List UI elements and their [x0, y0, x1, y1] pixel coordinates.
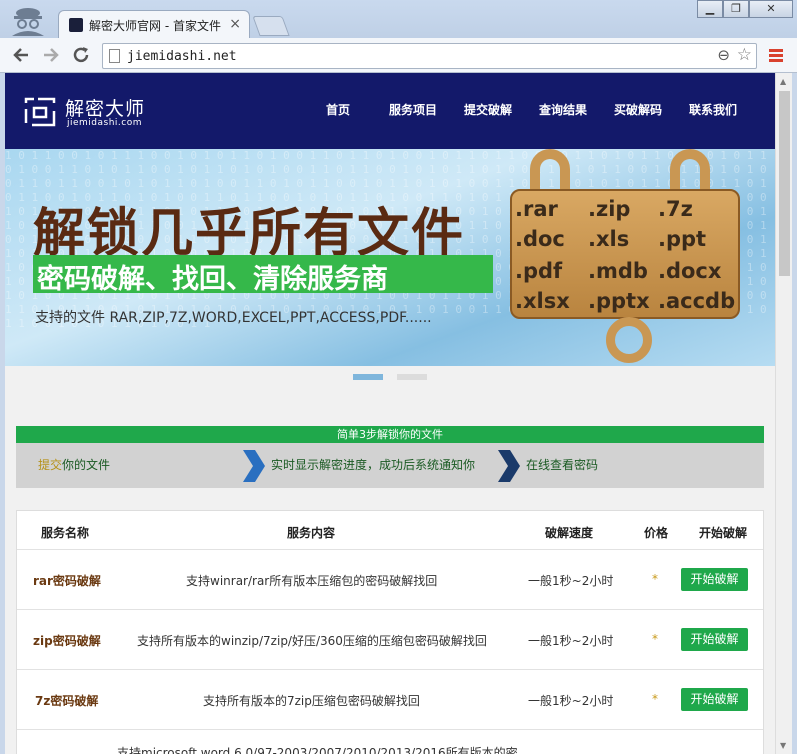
table-header: 服务内容	[287, 526, 336, 540]
table-row: 支持microsoft word 6.0/97-2003/2007/2010/2…	[17, 729, 763, 754]
nav-buy-code[interactable]: 买破解码	[614, 101, 662, 118]
service-price: *	[652, 572, 658, 586]
scroll-down-icon[interactable]: ▼	[780, 741, 786, 750]
table-row: 7z密码破解 支持所有版本的7zip压缩包密码破解找回 一般1秒~2小时 * 开…	[17, 669, 763, 729]
service-desc: 支持winrar/rar所有版本压缩包的密码破解找回	[186, 574, 438, 588]
page-icon	[109, 49, 120, 63]
ext-label: .docx	[658, 259, 722, 283]
service-desc: 支持所有版本的7zip压缩包密码破解找回	[203, 694, 420, 708]
banner-subheadline: 密码破解、找回、清除服务商	[37, 264, 388, 295]
table-header: 价格	[644, 526, 669, 540]
bookmark-star-icon[interactable]: ☆	[737, 45, 752, 65]
step-1-highlight: 提交	[38, 458, 63, 472]
nav-contact[interactable]: 联系我们	[689, 101, 737, 118]
steps-title: 简单3步解锁你的文件	[16, 426, 764, 443]
steps-strip: 简单3步解锁你的文件 提交你的文件 实时显示解密进度，成功后系统通知你 在线查看…	[16, 426, 764, 488]
ext-label: .zip	[588, 197, 631, 221]
service-speed: 一般1秒~2小时	[528, 634, 614, 648]
scrollbar-thumb[interactable]	[779, 91, 790, 276]
ext-label: .pdf	[515, 259, 563, 283]
maximize-button[interactable]: ❐	[723, 0, 749, 18]
scroll-up-icon[interactable]: ▲	[780, 77, 786, 86]
nav-query-results[interactable]: 查询结果	[539, 101, 587, 118]
service-name: zip密码破解	[33, 634, 101, 648]
service-speed: 一般1秒~2小时	[528, 574, 614, 588]
window-controls: ▁ ❐ ✕	[697, 0, 793, 18]
table-header: 破解速度	[545, 526, 594, 540]
step-2: 实时显示解密进度，成功后系统通知你	[271, 458, 476, 472]
padlock-ring	[606, 317, 652, 363]
ext-label: .pptx	[588, 289, 650, 313]
table-row: zip密码破解 支持所有版本的winzip/7zip/好压/360压缩的压缩包密…	[17, 609, 763, 669]
back-arrow-icon	[13, 48, 28, 62]
ext-label: .ppt	[658, 227, 707, 251]
close-window-button[interactable]: ✕	[749, 0, 793, 18]
tab-title: 解密大师官网 - 首家文件	[89, 19, 221, 33]
page-scrollbar[interactable]: ▲ ▼	[775, 73, 792, 754]
step-3: 在线查看密码	[526, 458, 599, 472]
ext-label: .xlsx	[515, 289, 570, 313]
banner-support-text: 支持的文件 RAR,ZIP,7Z,WORD,EXCEL,PPT,ACCESS,P…	[35, 310, 432, 326]
chevron-right-icon	[498, 450, 520, 482]
address-bar[interactable]: ⊖ ☆	[102, 43, 757, 69]
ext-label: .xls	[588, 227, 630, 251]
ext-label: .mdb	[588, 259, 648, 283]
step-1-text: 你的文件	[62, 458, 111, 472]
browser-titlebar: 解密大师官网 - 首家文件 × ▁ ❐ ✕	[0, 0, 797, 38]
service-speed: 一般1秒~2小时	[528, 694, 614, 708]
incognito-icon	[12, 8, 44, 36]
table-header: 开始破解	[699, 526, 748, 540]
service-price: *	[652, 632, 658, 646]
nav-submit[interactable]: 提交破解	[464, 101, 512, 118]
browser-toolbar: ⊖ ☆	[0, 38, 797, 73]
browser-tab[interactable]: 解密大师官网 - 首家文件 ×	[58, 10, 250, 38]
page-content: 解密大师 jiemidashi.com 首页 服务项目 提交破解 查询结果 买破…	[5, 73, 775, 754]
nav-services[interactable]: 服务项目	[389, 101, 437, 118]
ext-label: .doc	[515, 227, 565, 251]
start-crack-button[interactable]: 开始破解	[681, 568, 748, 591]
carousel-dot-2[interactable]	[397, 374, 427, 380]
logo-icon[interactable]	[24, 97, 56, 127]
forward-arrow-icon	[44, 48, 59, 62]
service-desc: 支持所有版本的winzip/7zip/好压/360压缩的压缩包密码破解找回	[137, 634, 487, 648]
url-input[interactable]	[127, 47, 687, 65]
step-1: 提交你的文件	[38, 456, 110, 473]
service-name: 7z密码破解	[35, 694, 99, 708]
minimize-button[interactable]: ▁	[697, 0, 723, 18]
site-header: 解密大师 jiemidashi.com 首页 服务项目 提交破解 查询结果 买破…	[5, 73, 775, 149]
hero-banner[interactable]: 1 0 1 1 0 0 1 0 1 1 1 0 0 1 0 1 0 1 1 0 …	[5, 149, 775, 366]
table-header: 服务名称	[41, 526, 90, 540]
nav-home[interactable]: 首页	[326, 101, 350, 118]
banner-subheadline-bar: 密码破解、找回、清除服务商	[33, 255, 493, 295]
zoom-icon[interactable]: ⊖	[717, 46, 730, 64]
reload-icon	[73, 47, 89, 63]
back-button[interactable]	[10, 44, 32, 66]
tab-close-icon[interactable]: ×	[229, 16, 241, 32]
padlock-illustration: .rar .zip .7z .doc .xls .ppt .pdf .mdb .…	[510, 149, 750, 366]
page-viewport: 解密大师 jiemidashi.com 首页 服务项目 提交破解 查询结果 买破…	[5, 73, 792, 754]
service-price: *	[652, 692, 658, 706]
favicon-icon	[69, 18, 83, 32]
ext-label: .7z	[658, 197, 693, 221]
table-row: rar密码破解 支持winrar/rar所有版本压缩包的密码破解找回 一般1秒~…	[17, 549, 763, 609]
new-tab-button[interactable]	[252, 16, 290, 36]
reload-button[interactable]	[70, 44, 92, 66]
carousel-dot-1[interactable]	[353, 374, 383, 380]
services-table: 服务名称 服务内容 破解速度 价格 开始破解 rar密码破解 支持winrar/…	[16, 510, 764, 754]
ext-label: .rar	[515, 197, 558, 221]
logo-domain: jiemidashi.com	[67, 118, 143, 128]
forward-button[interactable]	[40, 44, 62, 66]
ext-label: .accdb	[658, 289, 736, 313]
service-desc: 支持microsoft word 6.0/97-2003/2007/2010/2…	[117, 746, 518, 754]
start-crack-button[interactable]: 开始破解	[681, 688, 748, 711]
chevron-right-icon	[243, 450, 265, 482]
chrome-menu-icon[interactable]	[769, 49, 783, 63]
logo-name[interactable]: 解密大师	[65, 94, 145, 121]
service-name: rar密码破解	[33, 574, 101, 588]
start-crack-button[interactable]: 开始破解	[681, 628, 748, 651]
